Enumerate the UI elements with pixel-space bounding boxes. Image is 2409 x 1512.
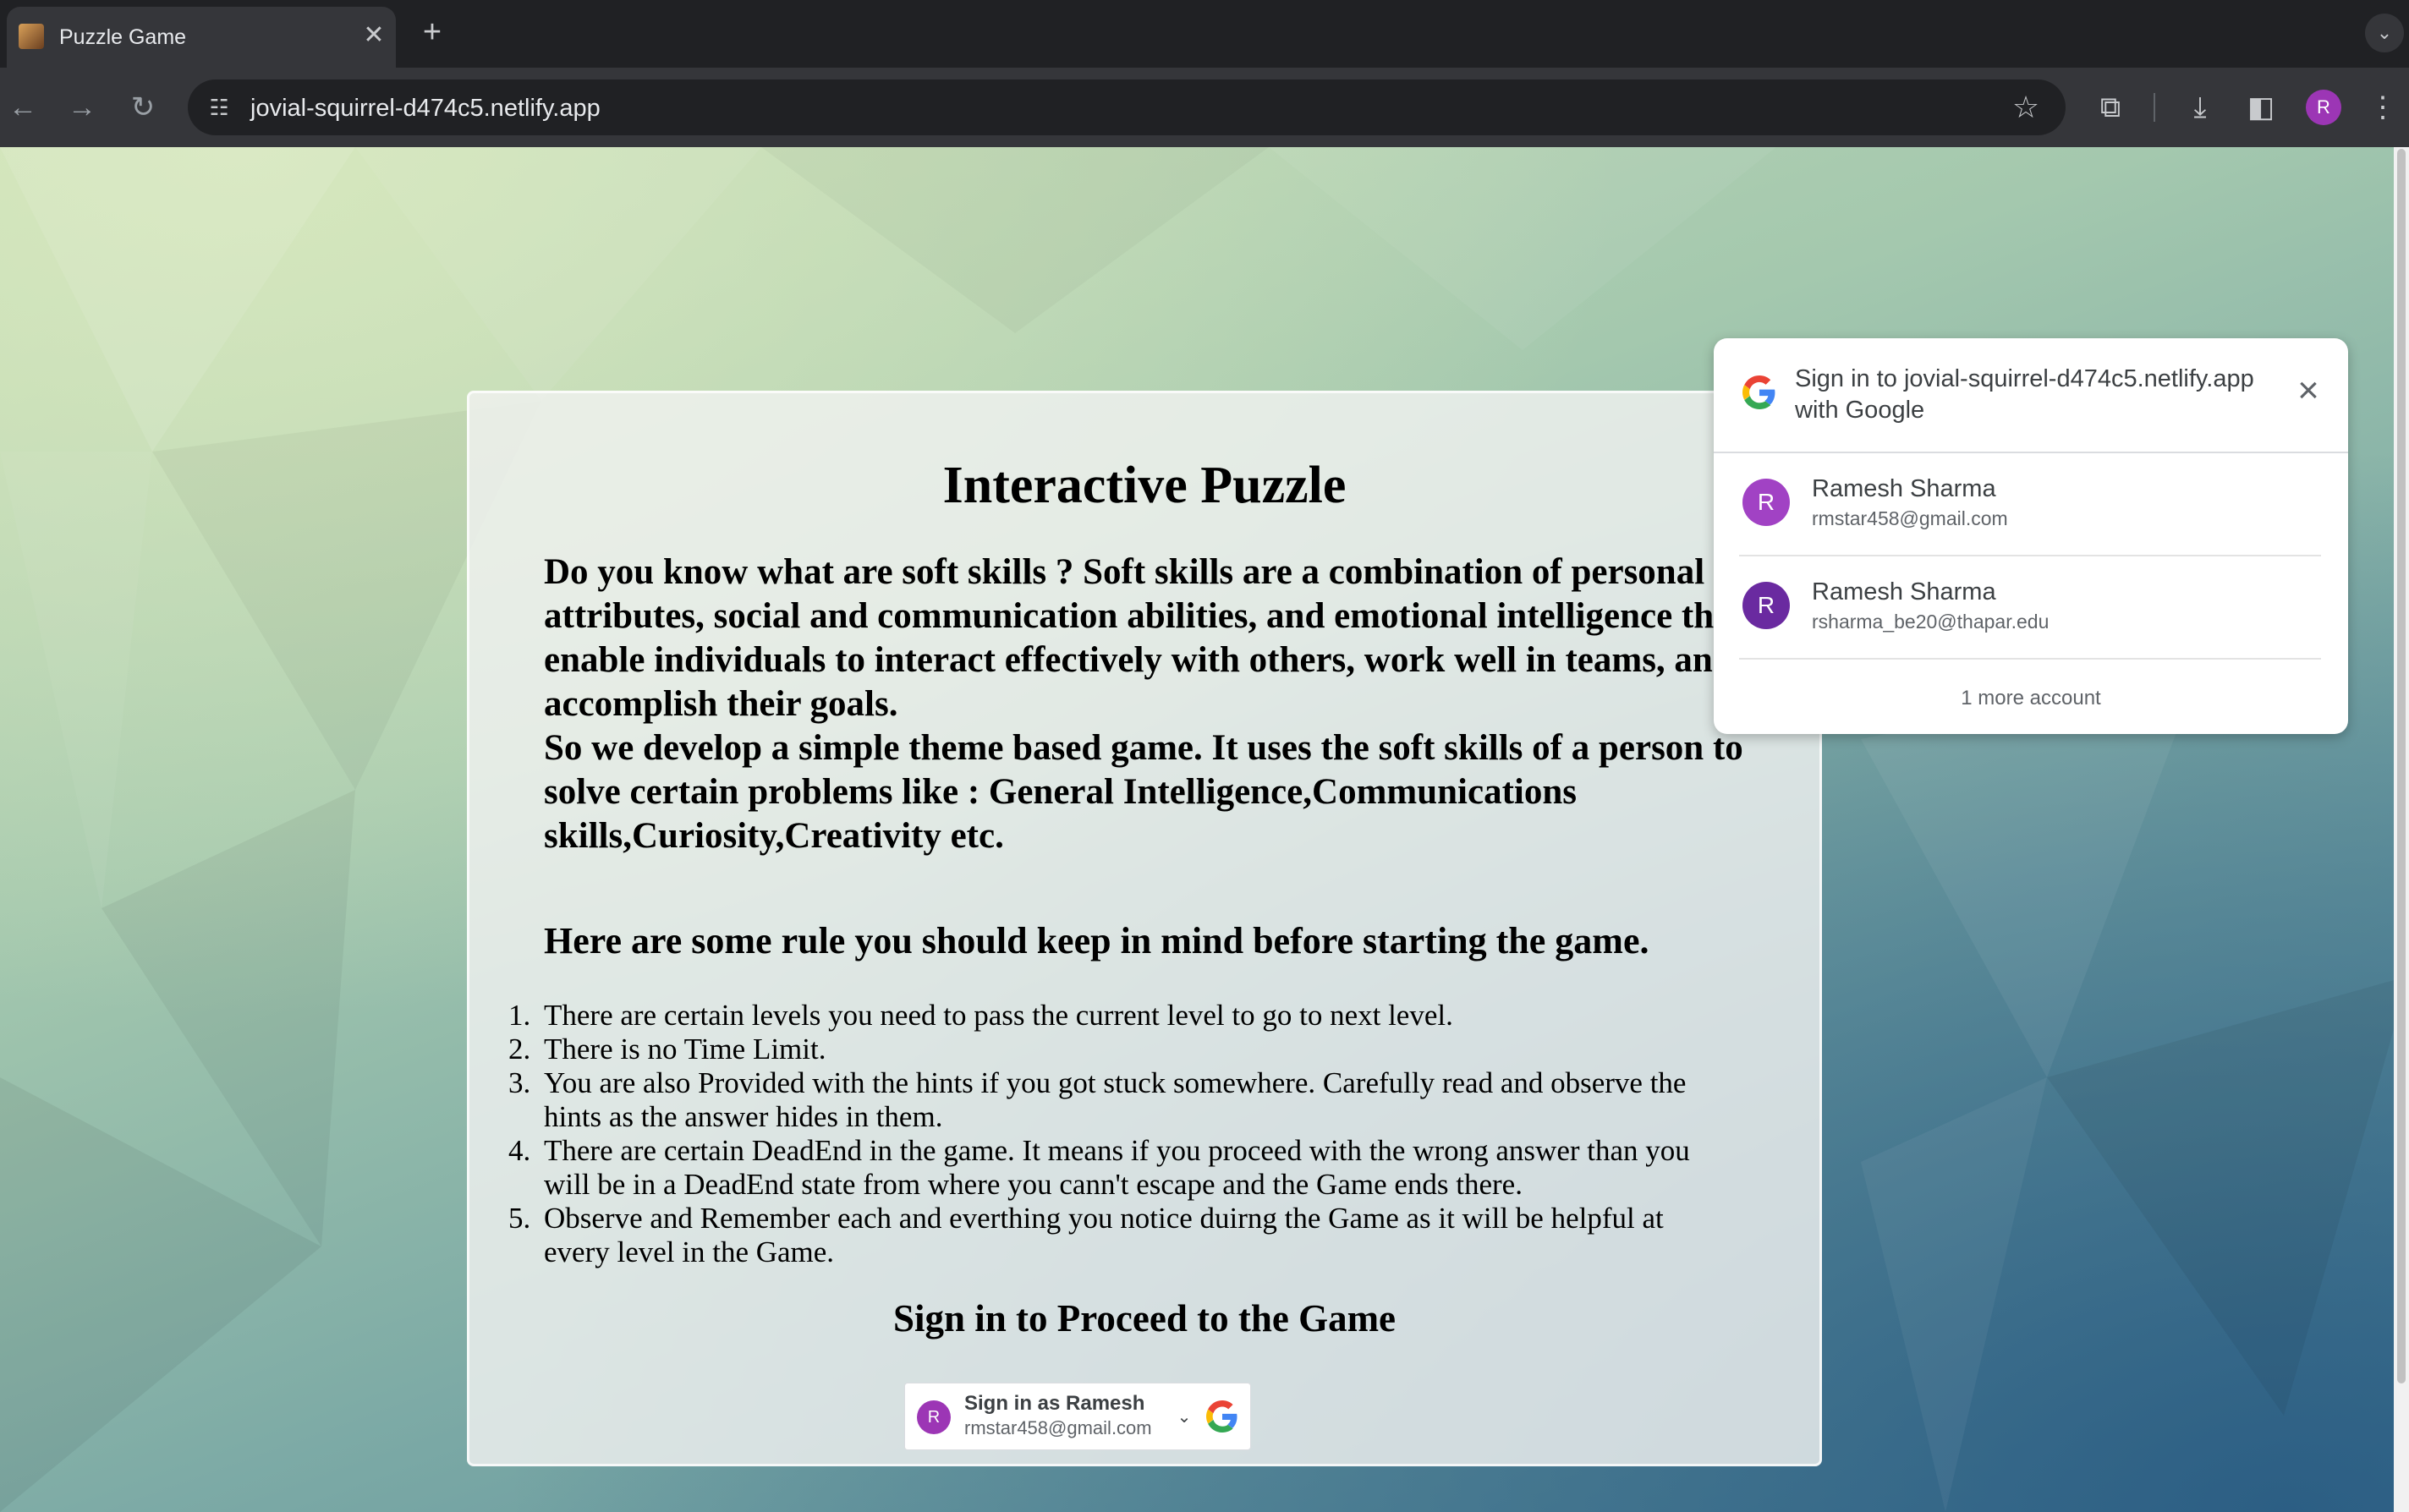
favicon-icon (19, 24, 44, 49)
rule-text: There is no Time Limit. (544, 1033, 826, 1066)
reload-icon[interactable]: ↻ (122, 86, 164, 129)
back-icon[interactable]: ← (2, 86, 44, 129)
profile-avatar[interactable]: R (2306, 90, 2341, 125)
chevron-down-icon[interactable]: ⌄ (1174, 1407, 1194, 1427)
rule-text: There are certain DeadEnd in the game. I… (544, 1134, 1690, 1201)
google-logo-icon (1742, 375, 1775, 409)
rule-number: 2. (508, 1033, 531, 1066)
signin-button-label: Sign in as Ramesh (964, 1392, 1145, 1415)
account-item[interactable]: R Ramesh Sharma rmstar458@gmail.com (1714, 453, 2348, 556)
rule-text: Observe and Remember each and everthing … (544, 1202, 1664, 1268)
more-accounts-link[interactable]: 1 more account (1714, 687, 2348, 710)
intro-paragraph: So we develop a simple theme based game.… (544, 728, 1743, 856)
list-item: 1. There are certain levels you need to p… (508, 999, 1737, 1033)
address-bar[interactable]: ☷ jovial-squirrel-d474c5.netlify.app ☆ (188, 79, 2066, 135)
tab-search-icon[interactable]: ⌄ (2365, 14, 2404, 52)
menu-icon[interactable]: ⋮ (2360, 85, 2406, 130)
scrollbar-thumb[interactable] (2397, 149, 2406, 1383)
rule-text: You are also Provided with the hints if … (544, 1066, 1687, 1133)
avatar: R (917, 1400, 951, 1434)
account-item[interactable]: R Ramesh Sharma rsharma_be20@thapar.edu (1714, 556, 2348, 660)
tab-strip: Puzzle Game ✕ + ⌄ (0, 0, 2409, 68)
rules-list: 1. There are certain levels you need to p… (508, 999, 1737, 1269)
browser-toolbar: ← → ↻ ☷ jovial-squirrel-d474c5.netlify.a… (0, 68, 2409, 147)
avatar: R (1742, 582, 1790, 629)
avatar: R (1742, 479, 1790, 526)
list-item: 2. There is no Time Limit. (508, 1033, 1737, 1066)
scrollbar[interactable] (2394, 147, 2409, 1512)
toolbar-divider (2154, 93, 2155, 122)
account-name: Ramesh Sharma (1812, 578, 1996, 605)
signin-heading: Sign in to Proceed to the Game (892, 1297, 1397, 1339)
new-tab-button[interactable]: + (414, 15, 450, 51)
account-name: Ramesh Sharma (1812, 475, 1996, 502)
rule-number: 5. (508, 1202, 531, 1235)
tab-title: Puzzle Game (59, 25, 187, 49)
page-title: Interactive Puzzle (942, 457, 1347, 514)
rule-text: There are certain levels you need to pas… (544, 999, 1453, 1032)
rule-number: 1. (508, 999, 531, 1032)
download-icon[interactable]: ⤓ (2177, 85, 2223, 130)
account-email: rmstar458@gmail.com (1812, 507, 2008, 529)
close-icon[interactable]: × (2289, 372, 2328, 411)
site-info-icon[interactable]: ☷ (203, 91, 235, 123)
google-one-tap-dialog: Sign in to jovial-squirrel-d474c5.netlif… (1714, 338, 2348, 734)
google-signin-button[interactable]: R Sign in as Ramesh rmstar458@gmail.com … (904, 1383, 1251, 1450)
list-item: 3. You are also Provided with the hints i… (508, 1066, 1737, 1134)
extensions-icon[interactable]: ⧉ (2088, 85, 2133, 130)
list-item: 4. There are certain DeadEnd in the game.… (508, 1134, 1737, 1202)
forward-icon[interactable]: → (61, 86, 103, 129)
tab-active[interactable]: Puzzle Game ✕ (7, 7, 396, 68)
close-icon[interactable]: ✕ (357, 19, 391, 52)
side-panel-icon[interactable]: ◧ (2238, 85, 2284, 130)
divider (1739, 658, 2321, 660)
page-viewport: Interactive Puzzle Do you know what are … (0, 147, 2409, 1512)
intro-card: Interactive Puzzle Do you know what are … (467, 391, 1822, 1466)
star-icon[interactable]: ☆ (2006, 88, 2045, 127)
intro-paragraph: Do you know what are soft skills ? Soft … (544, 552, 1744, 724)
rule-number: 4. (508, 1134, 531, 1167)
intro-text: Do you know what are soft skills ? Soft … (544, 551, 1745, 858)
rule-number: 3. (508, 1066, 531, 1099)
url-text[interactable]: jovial-squirrel-d474c5.netlify.app (250, 95, 601, 123)
google-logo-icon (1206, 1400, 1237, 1433)
account-email: rsharma_be20@thapar.edu (1812, 611, 2050, 633)
list-item: 5. Observe and Remember each and everthin… (508, 1202, 1737, 1269)
signin-button-email: rmstar458@gmail.com (964, 1417, 1152, 1438)
rules-heading: Here are some rule you should keep in mi… (544, 920, 1649, 961)
one-tap-title: Sign in to jovial-squirrel-d474c5.netlif… (1795, 365, 2254, 424)
